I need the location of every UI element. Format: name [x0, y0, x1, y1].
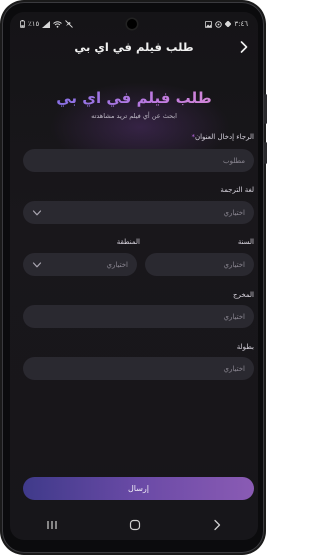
- year-input-placeholder: اختياري: [223, 260, 246, 269]
- app-screen: ٪١٥ ٣:٤٦ طلب فيلم في اي بي طلب فيلم في ا…: [10, 12, 258, 540]
- title-label: الرجاء إدخال العنوان*: [189, 133, 254, 141]
- title-input-placeholder: مطلوب: [222, 156, 245, 165]
- translation-select[interactable]: اختياري: [23, 201, 254, 224]
- region-select-value: اختياري: [106, 260, 129, 269]
- translation-select-value: اختياري: [223, 208, 246, 217]
- submit-button[interactable]: إرسال: [23, 477, 254, 500]
- year-label: السنة: [237, 238, 254, 246]
- chevron-down-icon: [32, 261, 42, 267]
- chevron-down-icon: [32, 209, 42, 215]
- phone-frame: ٪١٥ ٣:٤٦ طلب فيلم في اي بي طلب فيلم في ا…: [2, 2, 267, 553]
- translation-label: لغة الترجمة: [220, 186, 254, 194]
- battery-icon: [20, 20, 25, 28]
- front-camera: [127, 19, 137, 29]
- top-bar: طلب فيلم في اي بي: [10, 36, 258, 58]
- mute-icon: [65, 20, 74, 28]
- signal-icon: [42, 20, 51, 28]
- battery-percent: ٪١٥: [28, 20, 40, 28]
- notification-dot-icon: [225, 21, 232, 27]
- status-time: ٣:٤٦: [234, 20, 248, 28]
- starring-input-placeholder: اختياري: [223, 364, 246, 373]
- settings-icon: [215, 20, 223, 28]
- director-input[interactable]: اختياري: [23, 305, 254, 328]
- starring-label: بطولة: [236, 343, 254, 351]
- year-input[interactable]: اختياري: [145, 253, 254, 276]
- back-nav-icon[interactable]: [212, 519, 222, 531]
- title-label-text: الرجاء إدخال العنوان: [194, 133, 254, 141]
- volume-button: [264, 94, 267, 124]
- gallery-icon: [205, 20, 213, 28]
- page-title: طلب فيلم في اي بي: [74, 40, 194, 54]
- chevron-right-icon: [240, 41, 248, 53]
- back-button[interactable]: [236, 38, 252, 56]
- hero-subtitle: ابحث عن أي فيلم تريد مشاهدته: [91, 112, 177, 120]
- hero-title: طلب فيلم في اي بي: [10, 89, 258, 107]
- recent-apps-icon[interactable]: [46, 520, 58, 530]
- wifi-icon: [53, 20, 63, 28]
- director-input-placeholder: اختياري: [223, 312, 246, 321]
- title-input[interactable]: مطلوب: [23, 149, 254, 172]
- region-select[interactable]: اختياري: [23, 253, 137, 276]
- region-label: المنطقة: [116, 238, 140, 246]
- power-button: [264, 142, 267, 164]
- director-label: المخرج: [232, 291, 254, 299]
- home-icon[interactable]: [129, 519, 141, 531]
- starring-input[interactable]: اختياري: [23, 357, 254, 380]
- system-nav-bar: [10, 510, 258, 540]
